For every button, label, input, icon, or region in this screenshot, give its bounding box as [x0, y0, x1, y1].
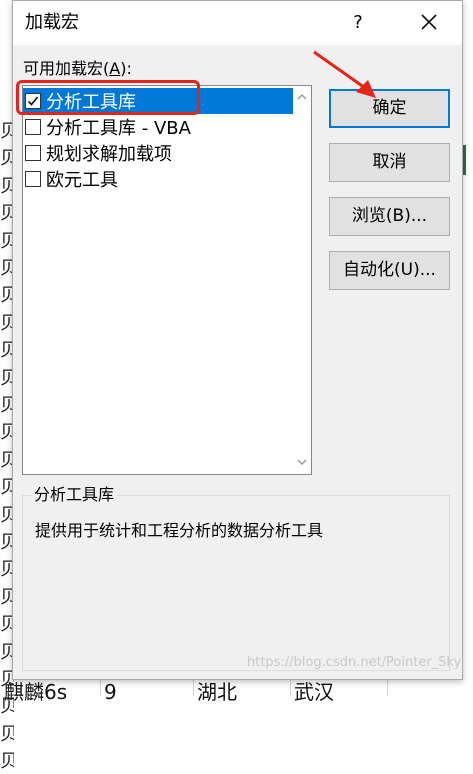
- list-item-label: 规划求解加载项: [46, 144, 172, 165]
- sheet-cell-qty: 9: [104, 680, 117, 704]
- automation-button[interactable]: 自动化(U)...: [329, 251, 450, 290]
- description-group: 分析工具库 提供用于统计和工程分析的数据分析工具: [22, 484, 450, 671]
- browse-button[interactable]: 浏览(B)...: [329, 197, 450, 236]
- description-title: 分析工具库: [31, 484, 118, 506]
- annotation-highlight-box: [16, 80, 200, 115]
- close-icon: [421, 14, 437, 30]
- annotation-arrow-icon: [313, 50, 376, 98]
- sheet-row-glyph: 贝: [0, 723, 14, 745]
- scroll-down-button[interactable]: [293, 454, 311, 472]
- sheet-cell-city: 武汉: [294, 680, 334, 704]
- euro-tools-checkbox[interactable]: [25, 171, 41, 187]
- scroll-up-button[interactable]: [293, 88, 311, 106]
- excel-selection-edge: [463, 0, 473, 696]
- list-item-analysis-toolpak-vba[interactable]: 分析工具库 - VBA: [23, 114, 293, 140]
- solver-checkbox[interactable]: [25, 145, 41, 161]
- list-item-label: 欧元工具: [46, 170, 118, 191]
- listbox-scrollbar[interactable]: [293, 86, 311, 474]
- list-item-euro-tools[interactable]: 欧元工具: [23, 166, 293, 192]
- close-button[interactable]: [411, 9, 447, 37]
- dialog-title: 加载宏: [25, 12, 79, 33]
- watermark: https://blog.csdn.net/Pointer_Sky: [247, 655, 462, 670]
- chevron-down-icon: [297, 459, 307, 466]
- sheet-row-glyph: 贝: [0, 751, 14, 773]
- dialog-titlebar: 加载宏 ?: [13, 1, 462, 45]
- analysis-toolpak-vba-checkbox[interactable]: [25, 119, 41, 135]
- help-button[interactable]: ?: [343, 9, 373, 37]
- cancel-button[interactable]: 取消: [329, 143, 450, 182]
- sheet-cell-province: 湖北: [197, 680, 237, 704]
- list-item-solver[interactable]: 规划求解加载项: [23, 140, 293, 166]
- chevron-up-icon: [297, 93, 307, 100]
- addins-listbox[interactable]: 分析工具库 分析工具库 - VBA 规划求解加载项 欧元工具: [22, 85, 312, 475]
- available-addins-label: 可用加载宏(A):: [23, 59, 132, 78]
- description-text: 提供用于统计和工程分析的数据分析工具: [35, 521, 324, 540]
- sheet-cell-model: 麒麟6s: [4, 680, 68, 704]
- list-item-label: 分析工具库 - VBA: [46, 118, 191, 139]
